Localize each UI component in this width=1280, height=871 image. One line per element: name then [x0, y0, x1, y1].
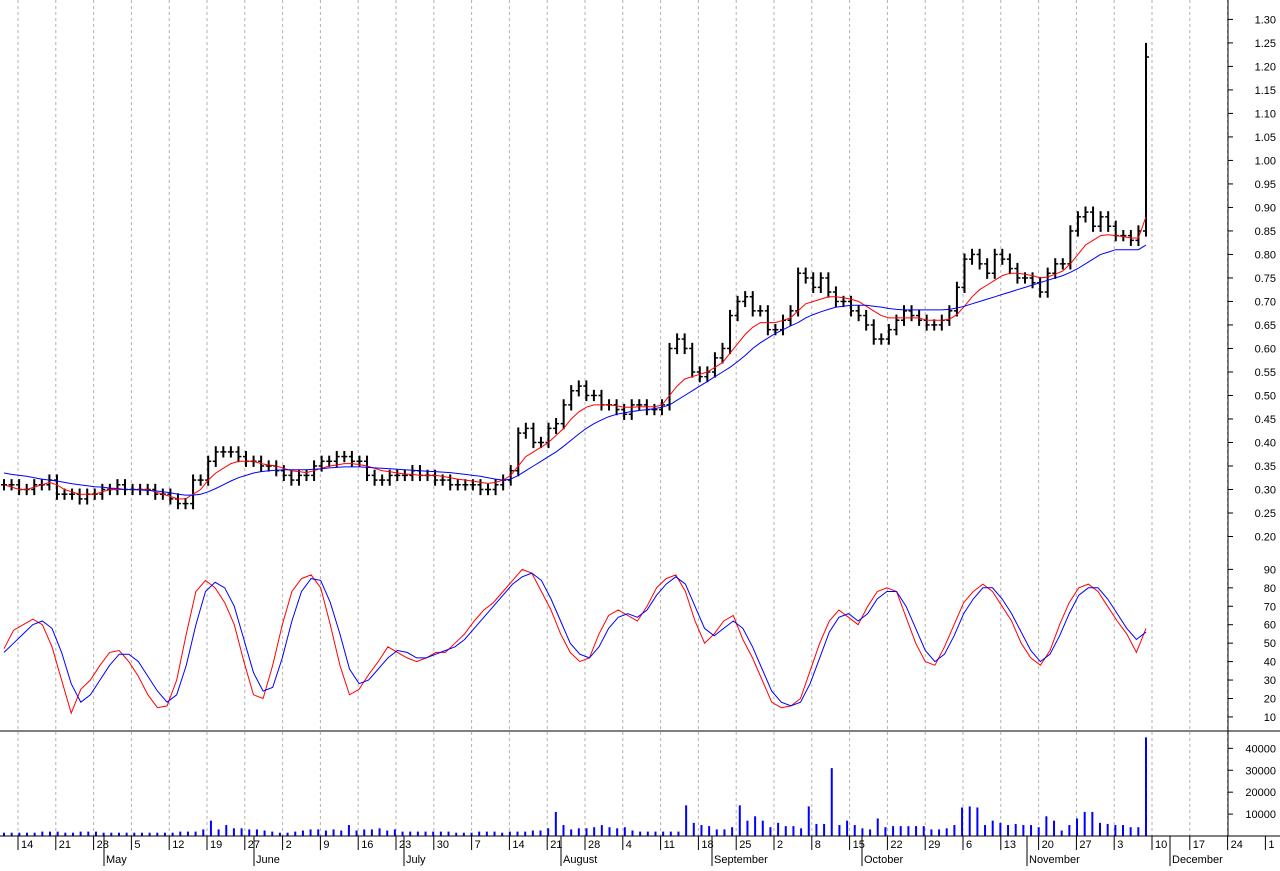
price-axis-tick-label: 1.15 [1255, 85, 1276, 97]
stochastic-line-1 [3, 572, 1147, 707]
x-day-label: 28 [588, 839, 600, 851]
stochastic-panel: 10 20 30 40 50 60 70 80 90 [3, 564, 1276, 724]
x-month-label: December [1172, 854, 1223, 866]
x-month-label: June [256, 854, 280, 866]
x-day-label: 22 [890, 839, 902, 851]
x-day-label: 5 [134, 839, 140, 851]
chart-canvas: 0.20 0.25 0.30 0.35 0.40 0.45 0.50 0.55 0.60 0.65… [0, 0, 1280, 866]
x-day-label: 27 [1079, 839, 1091, 851]
x-day-label: 25 [739, 839, 751, 851]
x-day-label: 20 [1042, 839, 1054, 851]
moving-average-line-0 [3, 216, 1147, 500]
price-axis-tick-label: 1.25 [1255, 38, 1276, 50]
x-month-label: May [106, 854, 127, 866]
stoch-axis-tick-label: 40 [1264, 657, 1276, 669]
x-day-label: 24 [1231, 839, 1243, 851]
price-axis-tick-label: 0.85 [1255, 226, 1276, 238]
x-day-label: 2 [777, 839, 783, 851]
x-day-label: 11 [664, 839, 675, 851]
stoch-axis-tick-label: 70 [1264, 601, 1276, 613]
stock-chart: 0.20 0.25 0.30 0.35 0.40 0.45 0.50 0.55 0.60 0.65… [0, 0, 1280, 866]
x-day-label: 12 [172, 839, 184, 851]
x-day-label: 8 [815, 839, 821, 851]
x-day-label: 4 [626, 839, 632, 851]
price-axis-tick-label: 0.75 [1255, 273, 1276, 285]
volume-panel: 10000 20000 30000 40000 [3, 737, 1276, 836]
moving-average-line-1 [3, 244, 1147, 496]
volume-axis-tick-label: 40000 [1245, 743, 1276, 755]
x-day-label: 16 [361, 839, 373, 851]
price-axis-tick-label: 1.30 [1255, 14, 1276, 26]
price-axis-tick-label: 1.00 [1255, 155, 1276, 167]
volume-axis-tick-label: 30000 [1245, 765, 1276, 777]
x-day-label: 1 [1268, 839, 1274, 851]
x-day-label: 28 [97, 839, 109, 851]
price-axis-tick-label: 0.90 [1255, 202, 1276, 214]
x-day-label: 7 [475, 839, 481, 851]
price-axis-tick-label: 0.65 [1255, 320, 1276, 332]
price-axis-tick-label: 1.05 [1255, 132, 1276, 144]
x-month-label: September [714, 854, 768, 866]
x-day-label: 15 [853, 839, 865, 851]
x-day-label: 9 [323, 839, 329, 851]
stoch-axis-tick-label: 90 [1264, 564, 1276, 576]
x-day-label: 10 [1155, 839, 1167, 851]
x-month-label: October [864, 854, 903, 866]
x-day-label: 14 [512, 839, 524, 851]
price-axis-tick-label: 0.60 [1255, 343, 1276, 355]
x-day-label: 19 [210, 839, 222, 851]
stoch-axis-tick-label: 10 [1264, 712, 1276, 724]
x-month-label: November [1029, 854, 1080, 866]
x-day-label: 17 [1193, 839, 1205, 851]
x-day-label: 6 [966, 839, 972, 851]
x-day-label: 2 [286, 839, 292, 851]
x-month-label: July [406, 854, 426, 866]
price-axis-tick-label: 0.55 [1255, 367, 1276, 379]
price-axis-tick-label: 0.35 [1255, 461, 1276, 473]
stochastic-line-0 [3, 568, 1147, 715]
price-axis-tick-label: 1.20 [1255, 61, 1276, 73]
vertical-gridlines [17, 0, 1229, 836]
price-panel: 0.20 0.25 0.30 0.35 0.40 0.45 0.50 0.55 0.60 0.65… [1, 14, 1276, 543]
price-axis-tick-label: 0.95 [1255, 179, 1276, 191]
price-axis-tick-label: 0.40 [1255, 437, 1276, 449]
axes [0, 0, 1280, 837]
x-day-label: 14 [21, 839, 33, 851]
x-day-label: 30 [437, 839, 449, 851]
price-axis-tick-label: 0.70 [1255, 296, 1276, 308]
volume-axis-tick-label: 20000 [1245, 787, 1276, 799]
price-axis-tick-label: 0.20 [1255, 531, 1276, 543]
price-axis-tick-label: 0.80 [1255, 249, 1276, 261]
stoch-axis-tick-label: 20 [1264, 693, 1276, 705]
price-axis-tick-label: 0.25 [1255, 508, 1276, 520]
stoch-axis-tick-label: 50 [1264, 638, 1276, 650]
stoch-axis-tick-label: 80 [1264, 583, 1276, 595]
x-day-label: 29 [928, 839, 940, 851]
x-day-label: 13 [1004, 839, 1016, 851]
x-day-label: 21 [59, 839, 71, 851]
price-axis-tick-label: 0.30 [1255, 484, 1276, 496]
x-month-label: August [563, 854, 597, 866]
stoch-axis-tick-label: 30 [1264, 675, 1276, 687]
price-axis-tick-label: 1.10 [1255, 108, 1276, 120]
price-axis-tick-label: 0.50 [1255, 390, 1276, 402]
volume-axis-tick-label: 10000 [1245, 809, 1276, 821]
price-axis-tick-label: 0.45 [1255, 414, 1276, 426]
x-day-label: 23 [399, 839, 411, 851]
stoch-axis-tick-label: 60 [1264, 620, 1276, 632]
x-day-label: 3 [1117, 839, 1123, 851]
x-axis: 14 21 28 5 12 19 27 2 9 16 23 30 7 14 21 28 4 11 18 25 2 8 15 2… [17, 836, 1275, 866]
